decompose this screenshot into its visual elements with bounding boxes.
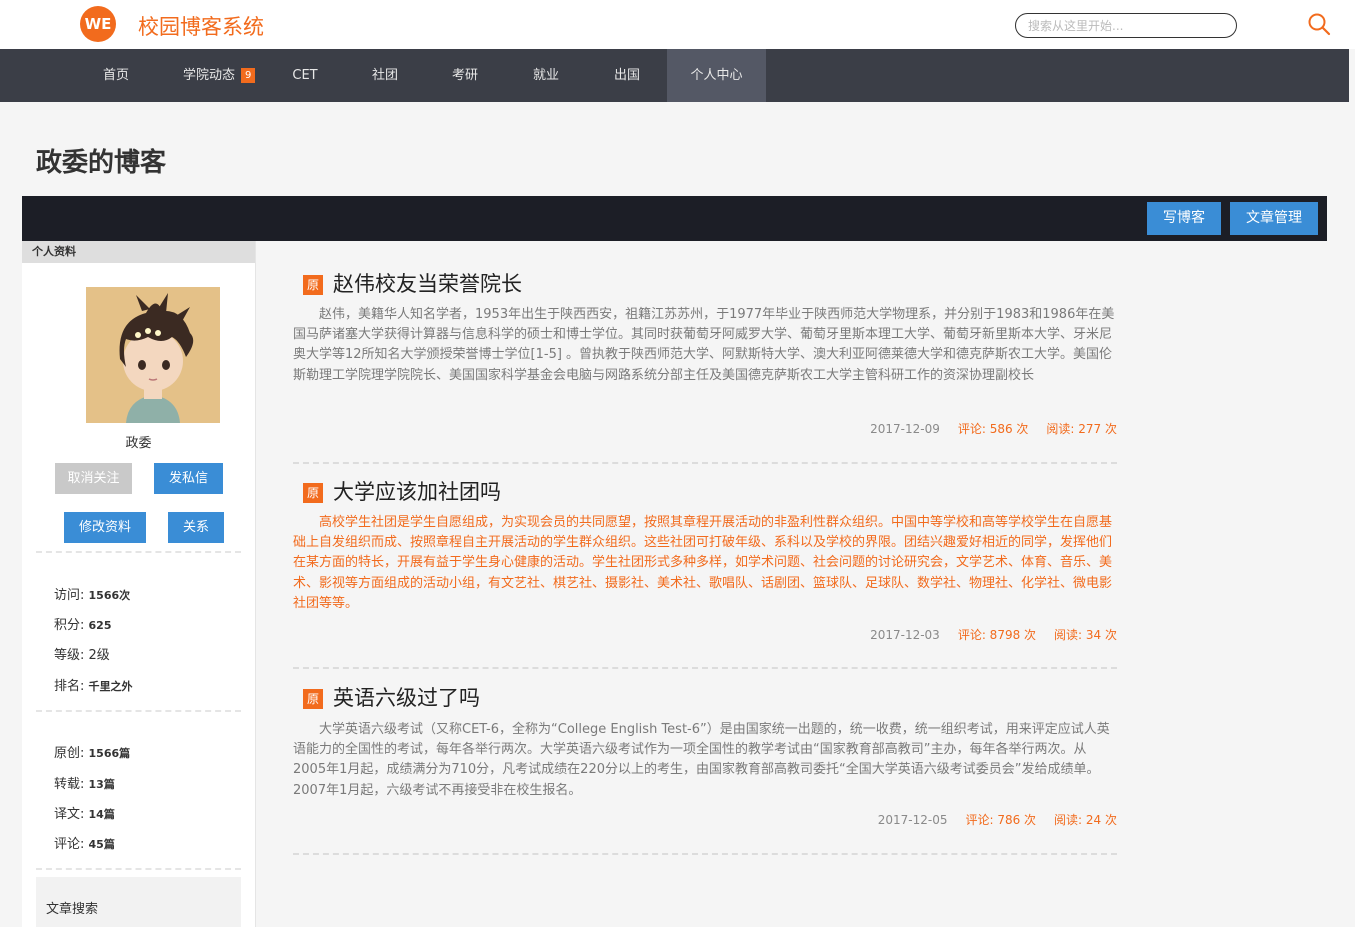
- count-value: 14篇: [88, 808, 115, 821]
- stat-level: 等级: 2级: [54, 644, 110, 663]
- nav-item-cet[interactable]: CET: [268, 49, 342, 102]
- avatar[interactable]: [86, 287, 220, 423]
- article-divider: [293, 853, 1117, 855]
- nav-label: CET: [292, 68, 318, 83]
- search-input[interactable]: [1015, 13, 1237, 38]
- article-title[interactable]: 原英语六级过了吗: [303, 682, 480, 712]
- article-meta: 2017-12-09 评论: 586 次 阅读: 277 次: [870, 420, 1117, 437]
- nav-label: 考研: [451, 68, 478, 83]
- stat-points: 积分: 625: [54, 614, 112, 633]
- nav-label: 首页: [102, 68, 129, 83]
- article-summary: 大学英语六级考试（又称CET-6，全称为“College English Tes…: [293, 722, 1110, 798]
- article-title-text: 英语六级过了吗: [333, 686, 480, 710]
- site-title[interactable]: 校园博客系统: [138, 11, 264, 41]
- search-icon[interactable]: [1307, 12, 1331, 36]
- nav-item-jobs[interactable]: 就业: [509, 49, 583, 102]
- article-divider: [293, 462, 1117, 464]
- count-label: 译文:: [54, 807, 85, 822]
- nav-item-clubs[interactable]: 社团: [348, 49, 422, 102]
- page-title: 政委的博客: [36, 148, 167, 178]
- stat-label: 等级:: [54, 648, 85, 663]
- article-search-section: 文章搜索: [36, 877, 241, 927]
- divider: [36, 551, 241, 553]
- divider: [36, 710, 241, 712]
- article-comments[interactable]: 评论: 8798 次: [958, 628, 1036, 642]
- count-comments: 评论: 45篇: [54, 833, 115, 852]
- article-comments[interactable]: 评论: 786 次: [965, 813, 1036, 827]
- article-title[interactable]: 原赵伟校友当荣誉院长: [303, 268, 522, 298]
- article-summary: 赵伟，美籍华人知名学者，1953年出生于陕西西安，祖籍江苏苏州，于1977年毕业…: [293, 307, 1115, 383]
- stat-value: 1566次: [88, 589, 131, 602]
- article-title[interactable]: 原大学应该加社团吗: [303, 476, 501, 506]
- count-translated: 译文: 14篇: [54, 803, 115, 822]
- top-bar: WE 校园博客系统: [0, 0, 1355, 49]
- nav-item-home[interactable]: 首页: [80, 49, 152, 102]
- article-reads: 阅读: 24 次: [1054, 813, 1117, 827]
- count-label: 原创:: [54, 746, 85, 761]
- stat-value: 2级: [88, 648, 110, 663]
- article-search-title: 文章搜索: [46, 902, 99, 917]
- article-meta: 2017-12-03 评论: 8798 次 阅读: 34 次: [870, 626, 1117, 643]
- original-tag: 原: [303, 689, 323, 709]
- article-meta: 2017-12-05 评论: 786 次 阅读: 24 次: [878, 811, 1117, 828]
- nav-item-college-news[interactable]: 学院动态 9: [183, 49, 256, 102]
- blog-toolbar: 写博客 文章管理: [22, 196, 1327, 241]
- site-logo[interactable]: WE: [80, 6, 116, 42]
- nav-label: 社团: [371, 68, 398, 83]
- nav-label: 出国: [613, 68, 640, 83]
- count-original: 原创: 1566篇: [54, 742, 130, 761]
- article-date: 2017-12-05: [877, 813, 948, 827]
- article-reads: 阅读: 34 次: [1054, 628, 1117, 642]
- article-summary: 高校学生社团是学生自愿组成，为实现会员的共同愿望，按照其章程开展活动的非盈利性群…: [293, 515, 1113, 611]
- manage-articles-button[interactable]: 文章管理: [1230, 202, 1318, 235]
- original-tag: 原: [303, 483, 323, 503]
- nav-label: 个人中心: [690, 68, 743, 83]
- stat-value: 千里之外: [88, 680, 133, 693]
- main-nav: 首页 学院动态 9 CET 社团 考研 就业 出国 个人中心: [0, 49, 1349, 102]
- count-value: 1566篇: [88, 747, 131, 760]
- stat-label: 排名:: [54, 679, 85, 694]
- profile-sidebar: 个人资料 政委 取消关注 发私信 修改资料 关系 访问: 1566次 积分: 6…: [22, 241, 256, 927]
- edit-profile-button[interactable]: 修改资料: [64, 512, 146, 543]
- article-comments[interactable]: 评论: 586 次: [958, 422, 1029, 436]
- count-label: 评论:: [54, 837, 85, 852]
- article-card: 原赵伟校友当荣誉院长 赵伟，美籍华人知名学者，1953年出生于陕西西安，祖籍江苏…: [293, 268, 1117, 466]
- nav-item-personal-center[interactable]: 个人中心: [667, 49, 766, 102]
- news-count-badge: 9: [241, 68, 256, 83]
- divider: [36, 868, 241, 870]
- count-reposted: 转载: 13篇: [54, 773, 115, 792]
- username: 政委: [125, 436, 152, 451]
- article-reads: 阅读: 277 次: [1046, 422, 1117, 436]
- count-value: 13篇: [88, 778, 115, 791]
- article-title-text: 大学应该加社团吗: [333, 480, 501, 504]
- unfollow-button[interactable]: 取消关注: [55, 463, 132, 494]
- stat-rank: 排名: 千里之外: [54, 675, 133, 694]
- stat-value: 625: [88, 619, 112, 632]
- private-message-button[interactable]: 发私信: [154, 463, 223, 494]
- count-value: 45篇: [88, 838, 115, 851]
- nav-label: 学院动态: [183, 68, 236, 83]
- stat-label: 积分:: [54, 618, 85, 633]
- article-divider: [293, 667, 1117, 669]
- write-blog-button[interactable]: 写博客: [1147, 202, 1221, 235]
- nav-item-postgrad[interactable]: 考研: [428, 49, 502, 102]
- original-tag: 原: [303, 275, 323, 295]
- stat-label: 访问:: [54, 588, 85, 603]
- profile-header: 个人资料: [22, 241, 255, 263]
- relations-button[interactable]: 关系: [168, 512, 224, 543]
- article-date: 2017-12-09: [870, 422, 940, 436]
- nav-item-abroad[interactable]: 出国: [590, 49, 664, 102]
- article-card: 原大学应该加社团吗 高校学生社团是学生自愿组成，为实现会员的共同愿望，按照其章程…: [293, 476, 1117, 672]
- count-label: 转载:: [54, 777, 85, 792]
- article-date: 2017-12-03: [870, 628, 940, 642]
- avatar-illustration: [86, 287, 220, 423]
- article-title-text: 赵伟校友当荣誉院长: [333, 272, 522, 296]
- article-card: 原英语六级过了吗 大学英语六级考试（又称CET-6，全称为“College En…: [293, 682, 1117, 858]
- nav-label: 就业: [532, 68, 559, 83]
- stat-visits: 访问: 1566次: [54, 584, 130, 603]
